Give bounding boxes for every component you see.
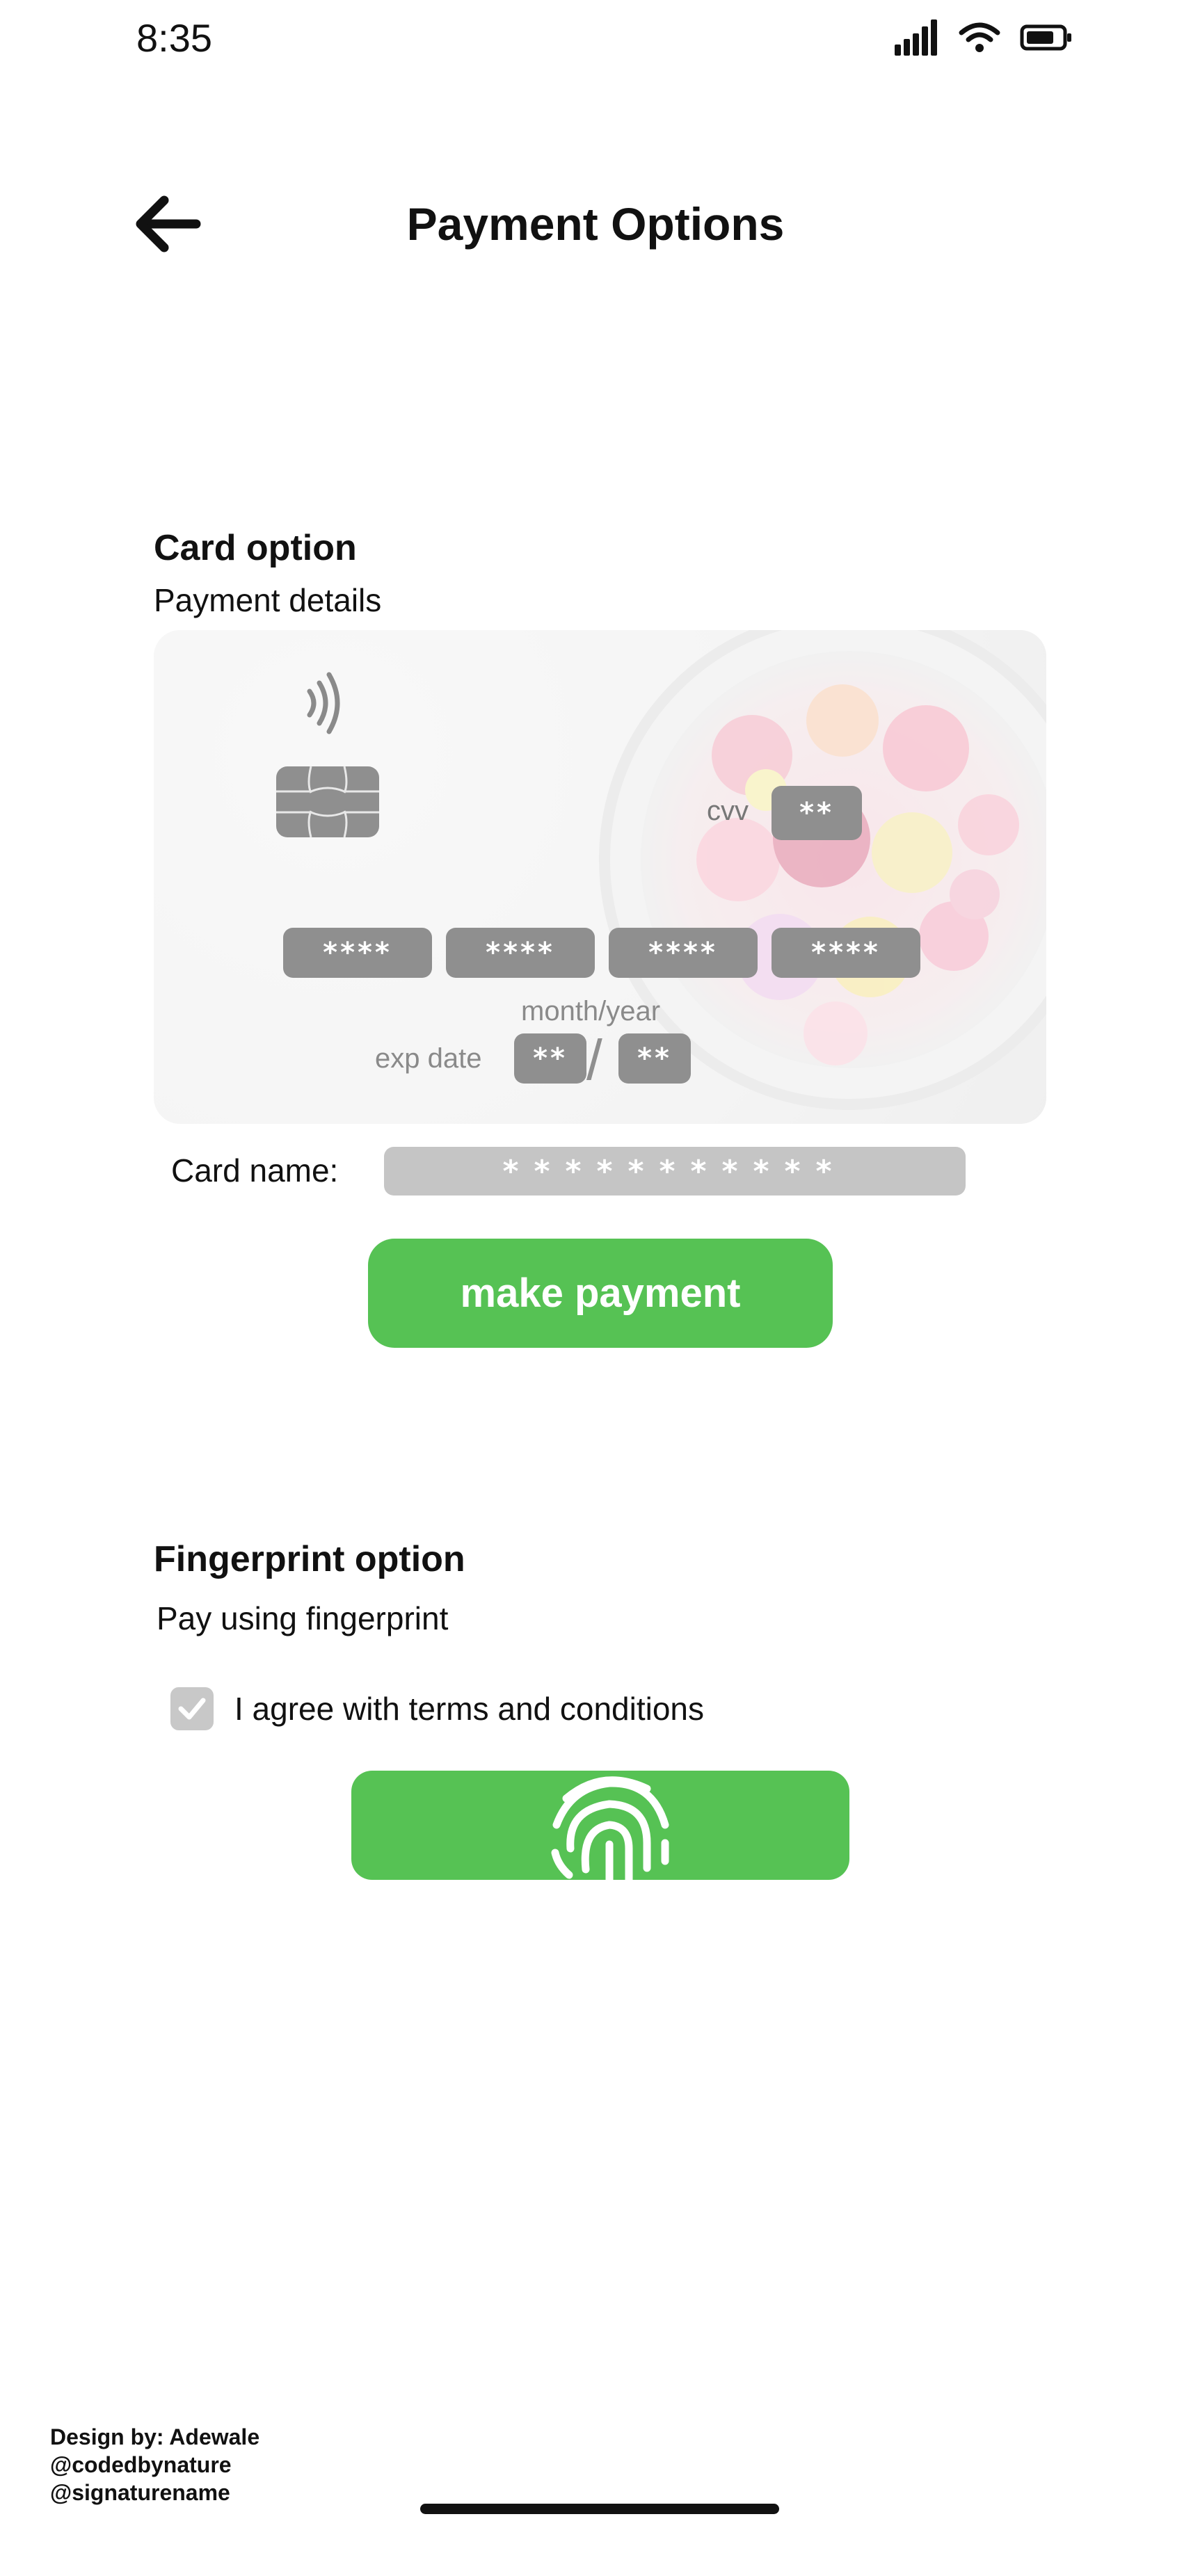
checkmark-icon bbox=[178, 1698, 206, 1720]
contactless-icon bbox=[307, 672, 340, 734]
make-payment-button[interactable]: make payment bbox=[368, 1239, 833, 1348]
terms-checkbox[interactable] bbox=[170, 1687, 214, 1730]
exp-year-field[interactable]: ** bbox=[618, 1033, 691, 1084]
exp-date-label: exp date bbox=[375, 1043, 482, 1074]
month-year-label: month/year bbox=[521, 996, 661, 1027]
terms-label: I agree with terms and conditions bbox=[234, 1691, 705, 1727]
card-number-group-4[interactable]: **** bbox=[772, 928, 920, 978]
battery-icon bbox=[1020, 24, 1071, 51]
cvv-field[interactable]: ** bbox=[772, 786, 862, 840]
cellular-signal-icon bbox=[895, 19, 937, 56]
card-option-subtitle: Payment details bbox=[154, 582, 382, 618]
design-credits: Design by: Adewale @codedbynature @signa… bbox=[50, 2423, 259, 2506]
payment-card: cvv ** **** **** **** **** month/year ex… bbox=[154, 630, 1046, 1124]
fingerprint-option-subtitle: Pay using fingerprint bbox=[157, 1600, 449, 1636]
card-number-group-2[interactable]: **** bbox=[446, 928, 595, 978]
card-number-group-1[interactable]: **** bbox=[283, 928, 432, 978]
fingerprint-option-title: Fingerprint option bbox=[154, 1539, 465, 1579]
terms-agreement-row: I agree with terms and conditions bbox=[170, 1687, 704, 1730]
fingerprint-pay-button[interactable] bbox=[351, 1771, 849, 1880]
credit-line: @codedbynature bbox=[50, 2452, 232, 2477]
credit-line: @signaturename bbox=[50, 2480, 230, 2505]
status-icons bbox=[895, 19, 1073, 56]
card-option-title: Card option bbox=[154, 528, 357, 568]
card-name-field[interactable]: *********** bbox=[384, 1147, 966, 1196]
exp-month-field[interactable]: ** bbox=[514, 1033, 586, 1084]
card-number-group-3[interactable]: **** bbox=[609, 928, 758, 978]
cvv-label: cvv bbox=[707, 796, 749, 826]
chip-icon bbox=[276, 766, 379, 837]
card-name-label: Card name: bbox=[171, 1152, 339, 1189]
fingerprint-icon bbox=[551, 1776, 669, 1880]
exp-slash: / bbox=[586, 1029, 602, 1092]
page-title: Payment Options bbox=[406, 198, 785, 250]
status-time: 8:35 bbox=[136, 16, 212, 60]
home-indicator[interactable] bbox=[420, 2504, 779, 2514]
wifi-icon bbox=[959, 22, 1000, 52]
credit-line: Design by: Adewale bbox=[50, 2424, 260, 2449]
